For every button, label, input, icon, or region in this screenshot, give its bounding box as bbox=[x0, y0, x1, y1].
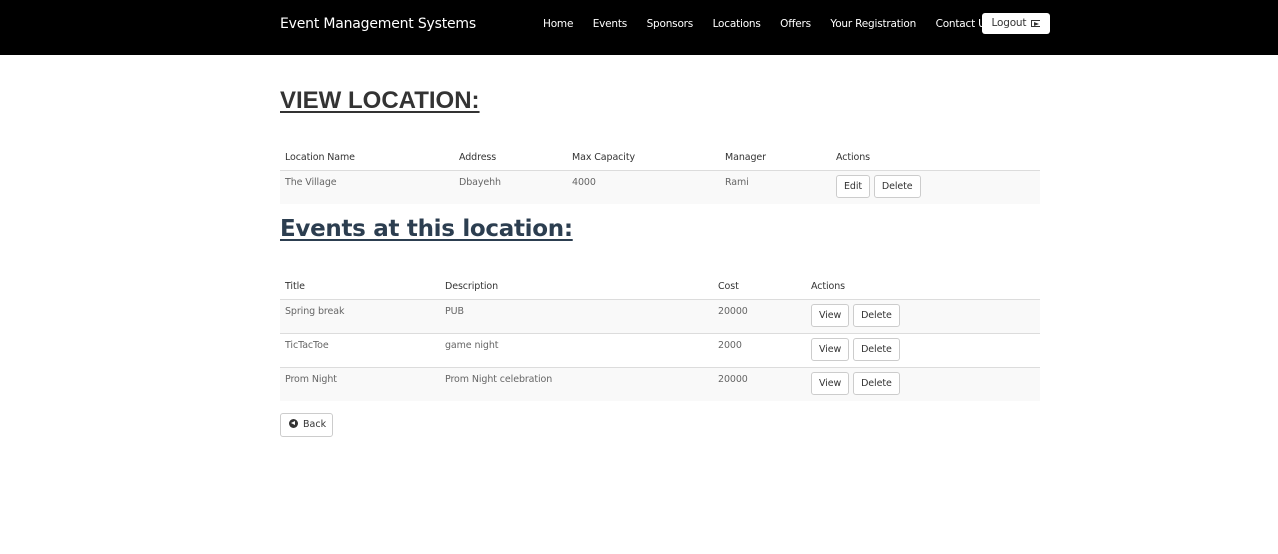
view-button[interactable]: View bbox=[811, 371, 850, 395]
event-description-cell: game night bbox=[440, 332, 713, 367]
logout-button[interactable]: Logout bbox=[982, 13, 1050, 34]
logout-label: Logout bbox=[991, 17, 1027, 29]
brand-link[interactable]: Event Management Systems bbox=[280, 14, 476, 34]
column-header-actions: Actions bbox=[806, 275, 1040, 300]
column-header-actions: Actions bbox=[831, 146, 1040, 171]
address-cell: Dbayehh bbox=[459, 176, 501, 188]
event-title-cell: TicTacToe bbox=[280, 332, 440, 367]
events-table: Title Description Cost Actions Spring br… bbox=[280, 275, 1040, 401]
back-button[interactable]: Back bbox=[280, 413, 333, 437]
column-header-manager: Manager bbox=[720, 146, 831, 171]
delete-button[interactable]: Delete bbox=[853, 371, 900, 395]
back-label: Back bbox=[303, 419, 327, 430]
logout-icon bbox=[1031, 20, 1041, 27]
delete-button[interactable]: Delete bbox=[853, 303, 900, 327]
arrow-circle-left-icon bbox=[289, 419, 298, 428]
nav-home[interactable]: Home bbox=[543, 13, 573, 35]
nav-events[interactable]: Events bbox=[593, 13, 628, 35]
nav-offers[interactable]: Offers bbox=[780, 13, 811, 35]
manager-cell: Rami bbox=[725, 176, 749, 188]
nav-locations[interactable]: Locations bbox=[713, 13, 761, 35]
event-description-cell: PUB bbox=[445, 305, 464, 317]
view-button[interactable]: View bbox=[811, 337, 850, 361]
table-row: Spring break PUB 20000 View Delete bbox=[280, 299, 1040, 333]
column-header-location-name: Location Name bbox=[280, 146, 454, 171]
delete-button[interactable]: Delete bbox=[853, 337, 900, 361]
nav-your-registration[interactable]: Your Registration bbox=[830, 13, 916, 35]
event-title-cell: Spring break bbox=[285, 305, 345, 317]
nav-sponsors[interactable]: Sponsors bbox=[647, 13, 694, 35]
event-cost-cell: 20000 bbox=[718, 305, 748, 317]
event-title-cell: Prom Night bbox=[280, 366, 440, 401]
actions-cell: Edit Delete bbox=[831, 170, 1040, 204]
location-table: Location Name Address Max Capacity Manag… bbox=[280, 146, 1040, 204]
table-header-row: Location Name Address Max Capacity Manag… bbox=[280, 146, 1040, 171]
event-description-cell: Prom Night celebration bbox=[440, 366, 713, 401]
table-row: Prom Night Prom Night celebration 20000 … bbox=[280, 366, 1040, 401]
delete-button[interactable]: Delete bbox=[873, 174, 921, 198]
column-header-title: Title bbox=[280, 275, 440, 300]
column-header-max-capacity: Max Capacity bbox=[567, 146, 720, 171]
event-cost-cell: 2000 bbox=[713, 332, 806, 367]
actions-cell: View Delete bbox=[806, 332, 1040, 367]
actions-cell: View Delete bbox=[806, 366, 1040, 401]
table-row: The Village Dbayehh 4000 Rami Edit Delet… bbox=[280, 170, 1040, 204]
page-title: VIEW LOCATION: bbox=[280, 87, 480, 114]
main-nav: Home Events Sponsors Locations Offers Yo… bbox=[543, 13, 1010, 35]
table-header-row: Title Description Cost Actions bbox=[280, 275, 1040, 300]
event-cost-cell: 20000 bbox=[713, 366, 806, 401]
edit-button[interactable]: Edit bbox=[836, 174, 870, 198]
navbar: Event Management Systems Home Events Spo… bbox=[0, 0, 1278, 55]
view-button[interactable]: View bbox=[811, 303, 850, 327]
column-header-cost: Cost bbox=[713, 275, 806, 300]
column-header-description: Description bbox=[440, 275, 713, 300]
events-heading: Events at this location: bbox=[280, 216, 573, 242]
column-header-address: Address bbox=[454, 146, 567, 171]
table-row: TicTacToe game night 2000 View Delete bbox=[280, 332, 1040, 367]
capacity-cell: 4000 bbox=[572, 176, 596, 188]
actions-cell: View Delete bbox=[806, 299, 1040, 333]
location-name-cell: The Village bbox=[285, 176, 337, 188]
